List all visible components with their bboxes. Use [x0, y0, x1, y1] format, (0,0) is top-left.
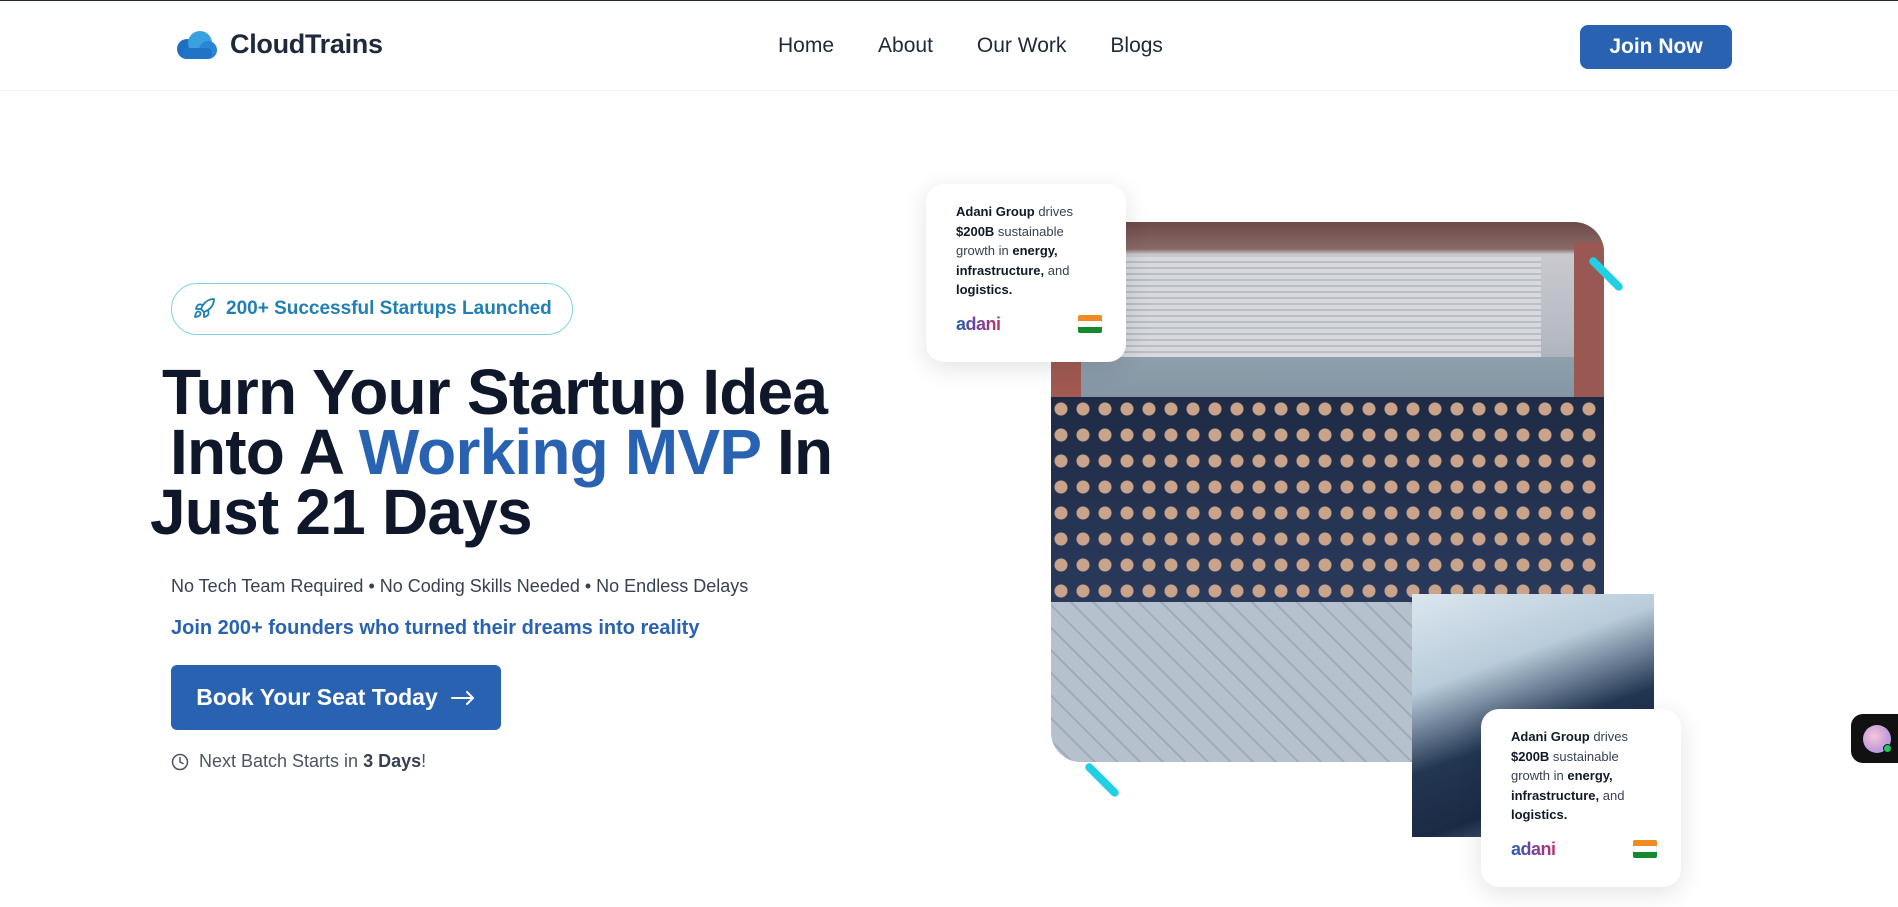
india-flag-icon: [1633, 840, 1657, 858]
brand-name: CloudTrains: [230, 29, 383, 59]
adani-logo: adani: [1511, 838, 1556, 859]
cloud-icon: [177, 30, 217, 59]
adani-logo: adani: [956, 313, 1001, 334]
card-footer: adani: [956, 314, 1102, 335]
chat-widget-button[interactable]: [1851, 714, 1898, 763]
card-text: Adani Group drives $200B sustainable gro…: [1511, 729, 1629, 822]
photo-shutter: [1121, 257, 1541, 357]
hero-subtext: No Tech Team Required • No Coding Skills…: [171, 576, 749, 596]
join-now-button[interactable]: Join Now: [1580, 25, 1732, 69]
batch-suffix: !: [421, 751, 427, 771]
main-nav: Home About Our Work Blogs: [778, 34, 1163, 58]
client-card-top: Adani Group drives $200B sustainable gro…: [926, 184, 1126, 362]
hero-headline: Turn Your Startup Idea Into A Working MV…: [150, 356, 870, 548]
batch-days: 3 Days: [363, 751, 422, 771]
headline-line-1: Turn Your Startup Idea: [162, 356, 828, 428]
photo-crowd: [1051, 397, 1604, 602]
site-header: CloudTrains Home About Our Work Blogs Jo…: [0, 1, 1898, 91]
batch-text: Next Batch Starts in 3 Days!: [199, 751, 426, 772]
nav-home[interactable]: Home: [778, 34, 834, 58]
batch-prefix: Next Batch Starts in: [199, 751, 364, 771]
book-seat-button[interactable]: Book Your Seat Today: [171, 665, 501, 730]
headline-line-3: Just 21 Days: [150, 476, 533, 548]
badge-label: 200+ Successful Startups Launched: [226, 298, 552, 319]
card-footer: adani: [1511, 839, 1657, 860]
startups-badge: 200+ Successful Startups Launched: [171, 283, 573, 335]
client-card-bottom: Adani Group drives $200B sustainable gro…: [1481, 709, 1681, 887]
hero-join-line: Join 200+ founders who turned their drea…: [171, 617, 700, 639]
nav-about[interactable]: About: [878, 34, 933, 58]
arrow-right-icon: [450, 690, 474, 705]
brand-logo[interactable]: CloudTrains: [174, 29, 383, 60]
decor-bar-bottom-left: [1083, 761, 1121, 799]
headline-line-2: Into A Working MVP In: [150, 420, 870, 484]
headline-line-2-suffix: In: [760, 416, 833, 488]
india-flag-icon: [1078, 315, 1102, 333]
book-seat-label: Book Your Seat Today: [196, 684, 438, 710]
next-batch-info: Next Batch Starts in 3 Days!: [171, 751, 426, 772]
card-text: Adani Group drives $200B sustainable gro…: [956, 204, 1074, 297]
nav-blogs[interactable]: Blogs: [1110, 34, 1163, 58]
rocket-icon: [194, 298, 215, 318]
online-status-icon: [1883, 744, 1892, 753]
clock-icon: [171, 753, 189, 770]
nav-our-work[interactable]: Our Work: [977, 34, 1066, 58]
